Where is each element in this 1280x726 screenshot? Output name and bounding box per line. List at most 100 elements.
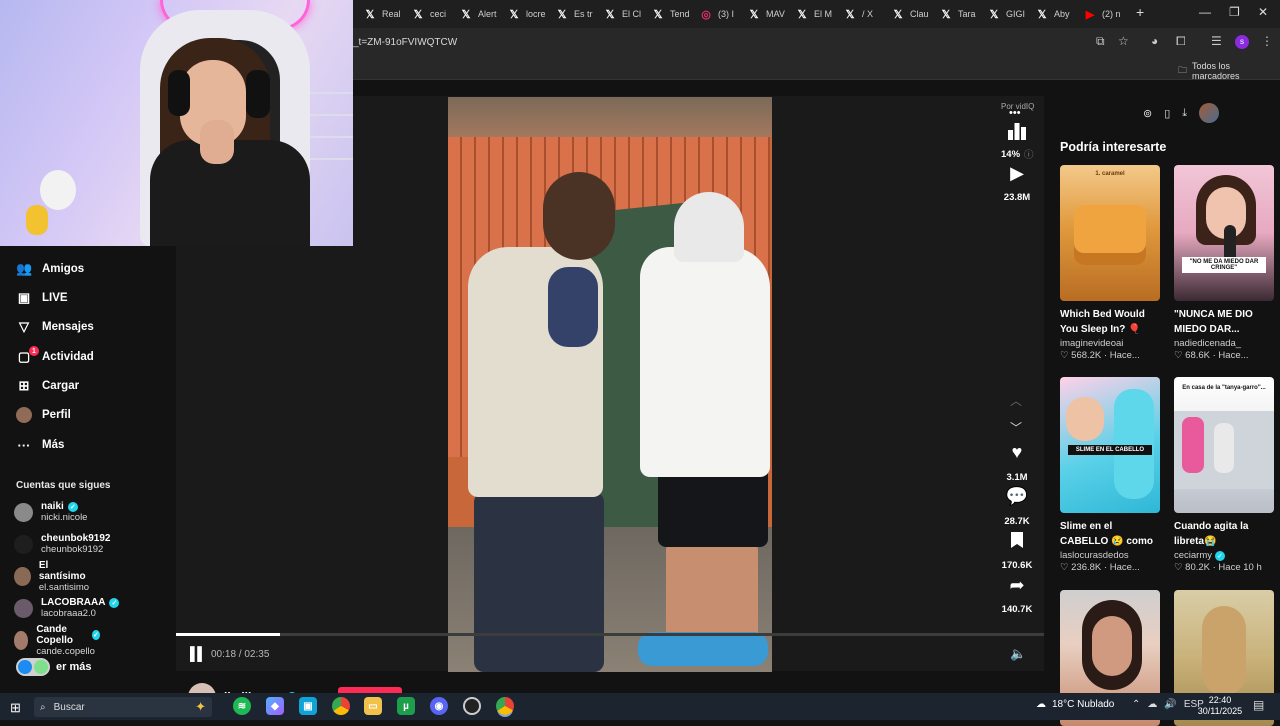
rec-author[interactable]: laslocurasdedos — [1060, 550, 1160, 561]
browser-tab[interactable]: ◎ (3) I — [700, 4, 746, 24]
spotify-icon[interactable]: ≋ — [233, 697, 251, 715]
toggle-pill[interactable] — [16, 658, 50, 676]
minimize-icon[interactable]: — — [1199, 5, 1211, 19]
browser-tab[interactable]: 𝕏 Alert — [460, 4, 506, 24]
following-account[interactable]: El santísimo el.santisimo — [14, 560, 91, 593]
share-icon[interactable]: ➦ — [1003, 575, 1031, 596]
notification-icon[interactable]: ▤ — [1253, 698, 1264, 712]
cloud-sync-icon[interactable]: ☁ — [1147, 699, 1157, 710]
account-avatar[interactable] — [14, 502, 33, 522]
windows-start-icon[interactable]: ⊞ — [10, 700, 21, 716]
rec-author[interactable]: ceciarmy ✓ — [1174, 550, 1274, 561]
utorrent-icon[interactable]: µ — [397, 697, 415, 715]
profile-avatar-icon[interactable]: s — [1235, 35, 1249, 49]
see-more-button[interactable]: er más — [16, 658, 91, 676]
browser-tab[interactable]: 𝕏ceci — [412, 4, 458, 24]
following-account[interactable]: LACOBRAAA ✓ lacobraaa2.0 — [14, 594, 120, 622]
browser-tab[interactable]: 𝕏 Tend — [652, 4, 698, 24]
account-avatar[interactable] — [14, 534, 33, 554]
restore-icon[interactable]: ❐ — [1229, 5, 1240, 19]
url-field[interactable]: _t=ZM-91oFVIWQTCW — [353, 37, 457, 48]
nav-friends[interactable]: 👥 Amigos — [16, 258, 84, 280]
download-icon[interactable]: ⤓ — [1182, 107, 1187, 120]
nav-more[interactable]: ··· Más — [16, 434, 65, 456]
browser-tab[interactable]: ▶ (2) n — [1084, 4, 1130, 24]
nav-upload-label: Cargar — [42, 380, 80, 392]
more-options-icon[interactable]: ••• — [1009, 107, 1021, 119]
browser-tab[interactable]: 𝕏 Aby — [1036, 4, 1082, 24]
user-avatar[interactable] — [1199, 103, 1220, 123]
obs-icon[interactable] — [463, 697, 481, 715]
pip-icon[interactable]: ⊚ — [1143, 107, 1152, 120]
rec-thumbnail[interactable]: En casa de la "tanya-garro"... — [1174, 377, 1274, 513]
volume-tray-icon[interactable]: 🔊 — [1164, 699, 1176, 710]
nav-activity[interactable]: ▢ Actividad — [16, 346, 94, 368]
install-app-icon[interactable]: ⧉ — [1096, 34, 1105, 49]
chevron-up-icon[interactable]: ⌃ — [1132, 699, 1140, 710]
copilot-icon[interactable]: ◆ — [266, 697, 284, 715]
following-account[interactable]: naiki ✓ nicki.nicole — [14, 498, 87, 526]
app-icon[interactable]: ▣ — [299, 697, 317, 715]
new-tab-button[interactable]: + — [1136, 4, 1144, 20]
like-icon[interactable]: ♥ — [1003, 442, 1031, 463]
browser-tab[interactable]: 𝕏 El Cl — [604, 4, 650, 24]
browser-tab[interactable]: 𝕏 MAV — [748, 4, 794, 24]
nav-upload[interactable]: ⊞ Cargar — [16, 375, 80, 397]
browser-tab[interactable]: 𝕏 Tara — [940, 4, 986, 24]
browser-tab[interactable]: 𝕏 Es tr — [556, 4, 602, 24]
browser-tab[interactable]: 𝕏locre — [508, 4, 554, 24]
following-account[interactable]: cheunbok9192 cheunbok9192 — [14, 530, 110, 558]
device-icon[interactable]: ▯ — [1164, 107, 1170, 120]
reading-list-icon[interactable]: ☰ — [1211, 34, 1222, 48]
extension-color-icon[interactable]: ◕ — [1151, 34, 1158, 48]
nav-messages[interactable]: ▽ Mensajes — [16, 316, 94, 338]
rec-card[interactable]: 1. caramel Which Bed Would You Sleep In?… — [1060, 165, 1160, 361]
clock[interactable]: 22:40 30/11/2025 — [1196, 695, 1244, 717]
pause-icon[interactable]: ▌▌ — [190, 646, 206, 661]
browser-menu-icon[interactable]: ⋮ — [1261, 34, 1273, 48]
account-avatar[interactable] — [14, 630, 29, 650]
nav-profile-label: Perfil — [42, 409, 71, 421]
rec-card[interactable]: "NO ME DA MIEDO DAR CRINGE" "NUNCA ME DI… — [1174, 165, 1274, 361]
close-window-icon[interactable]: ✕ — [1258, 5, 1268, 19]
next-video-icon[interactable]: ﹀ — [1010, 419, 1022, 436]
bookmark-icon[interactable] — [1003, 531, 1031, 554]
comment-icon[interactable]: 💬 — [1003, 486, 1031, 507]
rec-thumbnail[interactable]: "NO ME DA MIEDO DAR CRINGE" — [1174, 165, 1274, 301]
browser-tab[interactable]: 𝕏 / X — [844, 4, 890, 24]
bookmark-star-icon[interactable]: ☆ — [1118, 34, 1129, 48]
progress-bar[interactable] — [176, 633, 1044, 636]
file-explorer-icon[interactable]: ▭ — [364, 697, 382, 715]
rec-author[interactable]: nadiedicenada_ — [1174, 338, 1274, 349]
account-avatar[interactable] — [14, 598, 33, 618]
following-account[interactable]: Cande Copello ✓ cande.copello — [14, 624, 100, 657]
chrome-icon[interactable] — [332, 697, 350, 715]
taskbar-search[interactable]: ⌕ Buscar ✦ — [34, 697, 212, 717]
nav-profile[interactable]: Perfil — [16, 404, 71, 426]
x-logo-icon: 𝕏 — [413, 8, 423, 21]
all-bookmarks-button[interactable]: 🗀 Todos los marcadores — [1178, 61, 1280, 81]
rec-author[interactable]: imaginevideoai — [1060, 338, 1160, 349]
extensions-icon[interactable]: ⧠ — [1176, 34, 1186, 49]
nav-live[interactable]: ▣ LIVE — [16, 287, 68, 309]
rec-thumbnail[interactable]: SLIME EN EL CABELLO — [1060, 377, 1160, 513]
browser-tab[interactable]: 𝕏 GIGI — [988, 4, 1034, 24]
tab-label: Es tr — [574, 9, 593, 19]
browser-tab[interactable]: 𝕏 El M — [796, 4, 842, 24]
video-frame[interactable] — [448, 97, 772, 672]
rec-thumbnail[interactable]: 1. caramel — [1060, 165, 1160, 301]
rec-title-text: "NUNCA ME DIO MIEDO DAR... — [1174, 309, 1253, 335]
rec-card[interactable]: En casa de la "tanya-garro"... Cuando ag… — [1174, 377, 1274, 573]
rec-card[interactable]: SLIME EN EL CABELLO Slime en el CABELLO … — [1060, 377, 1160, 573]
previous-video-icon[interactable]: ︿ — [1010, 392, 1022, 409]
info-icon[interactable]: ⓘ — [1024, 147, 1034, 161]
browser-tab[interactable]: 𝕏 Real — [364, 4, 410, 24]
discord-icon[interactable]: ◉ — [430, 697, 448, 715]
chrome-active-icon[interactable] — [496, 697, 514, 715]
browser-tab[interactable]: 𝕏 Clau — [892, 4, 938, 24]
weather-widget[interactable]: ☁ 18°C Nublado — [1036, 699, 1114, 710]
rec-thumb-text: "NO ME DA MIEDO DAR CRINGE" — [1182, 257, 1266, 273]
volume-icon[interactable]: 🔈 — [1010, 646, 1026, 662]
account-avatar[interactable] — [14, 566, 31, 586]
vidiq-chart-icon[interactable] — [1003, 120, 1031, 147]
